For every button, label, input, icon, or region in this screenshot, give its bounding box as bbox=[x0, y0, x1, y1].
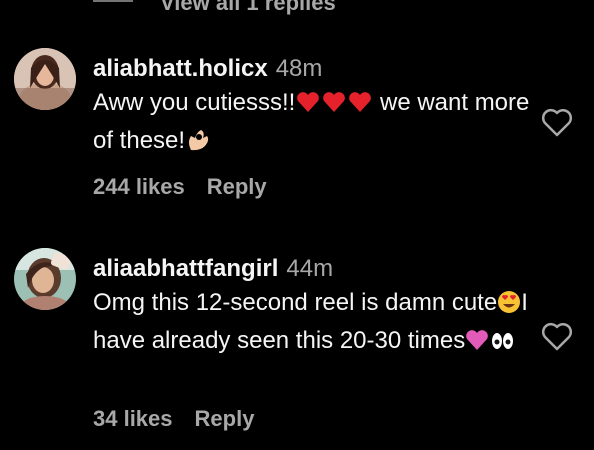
comment-text-part1: Omg this 12-second reel is damn cute bbox=[93, 289, 498, 316]
likes-count[interactable]: 34 likes bbox=[93, 406, 173, 431]
comment-item: aliaabhattfangirl 44m Omg this 12-second … bbox=[0, 248, 594, 448]
avatar-photo bbox=[14, 48, 76, 110]
view-replies-link[interactable]: View all 1 replies bbox=[160, 0, 336, 16]
red-hearts-emoji-icon bbox=[295, 90, 373, 124]
replies-divider-line bbox=[93, 0, 133, 2]
ok-hand-emoji-icon bbox=[185, 126, 211, 162]
avatar-photo bbox=[14, 248, 76, 310]
reply-button[interactable]: Reply bbox=[207, 174, 267, 199]
comment-text: Omg this 12-second reel is damn cute I h… bbox=[93, 286, 533, 362]
avatar[interactable] bbox=[14, 248, 76, 310]
comment-body: aliaabhattfangirl 44m Omg this 12-second … bbox=[93, 252, 533, 362]
comment-header: aliabhatt.holicx 48m bbox=[93, 52, 533, 86]
heart-eyes-emoji-icon bbox=[497, 290, 521, 324]
likes-count[interactable]: 244 likes bbox=[93, 174, 185, 199]
like-heart-icon[interactable] bbox=[540, 108, 574, 138]
comment-text: Aww you cutiesss!! we want more of these… bbox=[93, 86, 533, 162]
comment-item: aliabhatt.holicx 48m Aww you cutiesss!! w… bbox=[0, 48, 594, 218]
comment-actions: 244 likes Reply bbox=[93, 174, 267, 200]
like-heart-icon[interactable] bbox=[540, 322, 574, 352]
comment-time: 48m bbox=[275, 55, 323, 82]
comment-actions: 34 likes Reply bbox=[93, 406, 254, 432]
reply-button[interactable]: Reply bbox=[195, 406, 255, 431]
comment-header: aliaabhattfangirl 44m bbox=[93, 252, 533, 286]
comment-username[interactable]: aliaabhattfangirl bbox=[93, 255, 278, 282]
comment-body: aliabhatt.holicx 48m Aww you cutiesss!! w… bbox=[93, 52, 533, 162]
comment-text-part1: Aww you cutiesss!! bbox=[93, 89, 296, 116]
comment-username[interactable]: aliabhatt.holicx bbox=[93, 55, 268, 82]
avatar[interactable] bbox=[14, 48, 76, 110]
comment-time: 44m bbox=[286, 255, 334, 282]
pink-heart-and-eyes-emoji-icon bbox=[465, 328, 515, 362]
